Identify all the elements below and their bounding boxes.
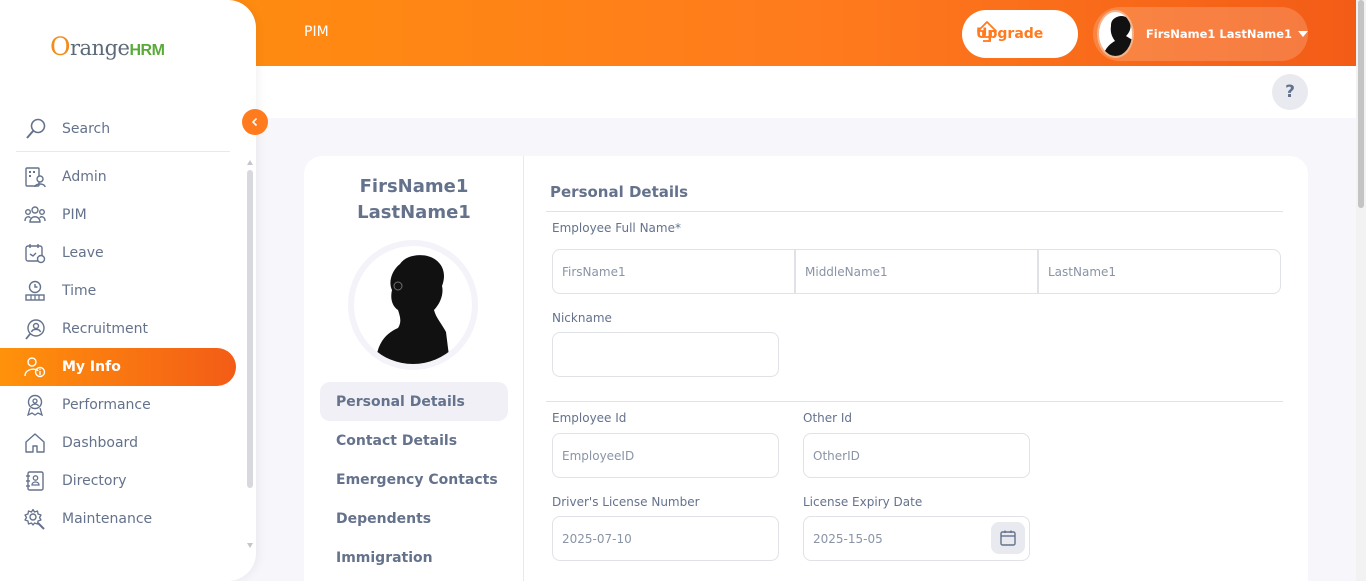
tab-contact-details[interactable]: Contact Details xyxy=(320,421,508,460)
calendar-button[interactable] xyxy=(991,522,1025,554)
scroll-down-arrow-icon[interactable] xyxy=(247,543,253,548)
other-id-field[interactable]: OtherID xyxy=(803,433,1030,478)
tab-personal-details[interactable]: Personal Details xyxy=(320,382,508,421)
sidebar-item-label: My Info xyxy=(62,359,121,375)
nickname-field[interactable] xyxy=(552,332,779,377)
page-scroll-thumb[interactable] xyxy=(1358,0,1364,208)
module-title: PIM xyxy=(304,24,329,40)
sidebar: OrangeHRM Search Admin PIM Leave Time Re… xyxy=(0,0,256,581)
sidebar-search[interactable]: Search xyxy=(16,106,230,152)
full-name-label: Employee Full Name* xyxy=(552,221,681,235)
sub-header xyxy=(256,66,1356,118)
upgrade-button[interactable]: Upgrade xyxy=(962,10,1078,58)
calendar-icon xyxy=(1000,530,1016,546)
employee-id-field[interactable]: EmployeeID xyxy=(552,433,779,478)
pim-icon xyxy=(24,206,46,223)
leave-icon xyxy=(25,244,46,264)
tab-dependents[interactable]: Dependents xyxy=(320,499,508,538)
my-info-icon xyxy=(24,357,46,378)
profile-tabs: Personal Details Contact Details Emergen… xyxy=(320,382,508,577)
chevron-left-icon xyxy=(251,117,258,127)
employee-id-label: Employee Id xyxy=(552,411,627,425)
divider xyxy=(546,401,1283,402)
scroll-thumb[interactable] xyxy=(247,170,253,488)
sidebar-item-label: PIM xyxy=(62,207,87,223)
sidebar-item-label: Time xyxy=(62,283,97,299)
brand-logo[interactable]: OrangeHRM xyxy=(50,32,165,61)
admin-icon xyxy=(25,167,46,188)
sidebar-item-performance[interactable]: Performance xyxy=(0,386,236,424)
user-dropdown[interactable]: FirsName1 LastName1 xyxy=(1093,7,1308,61)
sidebar-scrollbar[interactable] xyxy=(247,160,253,548)
page-scrollbar[interactable] xyxy=(1356,0,1366,581)
sidebar-item-admin[interactable]: Admin xyxy=(0,158,236,196)
chevron-down-icon xyxy=(1298,31,1308,37)
last-name-field[interactable]: LastName1 xyxy=(1038,249,1281,294)
maintenance-icon xyxy=(24,508,45,530)
sidebar-item-maintenance[interactable]: Maintenance xyxy=(0,500,236,538)
sidebar-item-recruitment[interactable]: Recruitment xyxy=(0,310,236,348)
search-label: Search xyxy=(62,120,111,137)
sidebar-item-label: Directory xyxy=(62,473,127,489)
tab-immigration[interactable]: Immigration xyxy=(320,538,508,577)
collapse-sidebar-button[interactable] xyxy=(242,109,268,135)
sidebar-item-dashboard[interactable]: Dashboard xyxy=(0,424,236,462)
sidebar-item-directory[interactable]: Directory xyxy=(0,462,236,500)
tab-emergency-contacts[interactable]: Emergency Contacts xyxy=(320,460,508,499)
license-number-label: Driver's License Number xyxy=(552,495,700,509)
user-name: FirsName1 LastName1 xyxy=(1145,27,1292,41)
sidebar-menu: Admin PIM Leave Time Recruitment My Info… xyxy=(0,158,246,550)
profile-picture[interactable] xyxy=(354,246,472,364)
sidebar-item-pim[interactable]: PIM xyxy=(0,196,236,234)
avatar xyxy=(1097,10,1134,58)
nickname-label: Nickname xyxy=(552,311,612,325)
upgrade-label: Upgrade xyxy=(976,26,1044,42)
employee-name: FirsName1 LastName1 xyxy=(304,174,524,226)
directory-icon xyxy=(26,471,44,491)
sidebar-item-leave[interactable]: Leave xyxy=(0,234,236,272)
sidebar-item-label: Dashboard xyxy=(62,435,138,451)
sidebar-item-label: Admin xyxy=(62,169,107,185)
sidebar-item-label: Leave xyxy=(62,245,104,261)
employee-card: FirsName1 LastName1 Personal Details Con… xyxy=(304,156,1308,581)
sidebar-item-my-info[interactable]: My Info xyxy=(0,348,236,386)
sidebar-item-label: Recruitment xyxy=(62,321,149,337)
page-title: Personal Details xyxy=(550,183,689,201)
employee-last-name: LastName1 xyxy=(357,202,471,223)
recruitment-icon xyxy=(25,319,45,340)
middle-name-field[interactable]: MiddleName1 xyxy=(795,249,1038,294)
help-button[interactable]: ? xyxy=(1272,74,1308,110)
scroll-up-arrow-icon[interactable] xyxy=(247,160,253,165)
sidebar-item-time[interactable]: Time xyxy=(0,272,236,310)
sidebar-item-label: Maintenance xyxy=(62,511,153,527)
dashboard-icon xyxy=(25,433,45,453)
other-id-label: Other Id xyxy=(803,411,853,425)
time-icon xyxy=(25,280,45,301)
license-expiry-label: License Expiry Date xyxy=(803,495,923,509)
performance-icon xyxy=(27,394,43,416)
profile-panel: FirsName1 LastName1 Personal Details Con… xyxy=(304,156,524,581)
sidebar-item-label: Performance xyxy=(62,397,151,413)
search-icon xyxy=(26,118,46,139)
employee-first-name: FirsName1 xyxy=(359,176,469,197)
first-name-field[interactable]: FirsName1 xyxy=(552,249,795,294)
divider xyxy=(546,211,1283,212)
license-number-field[interactable]: 2025-07-10 xyxy=(552,516,779,561)
